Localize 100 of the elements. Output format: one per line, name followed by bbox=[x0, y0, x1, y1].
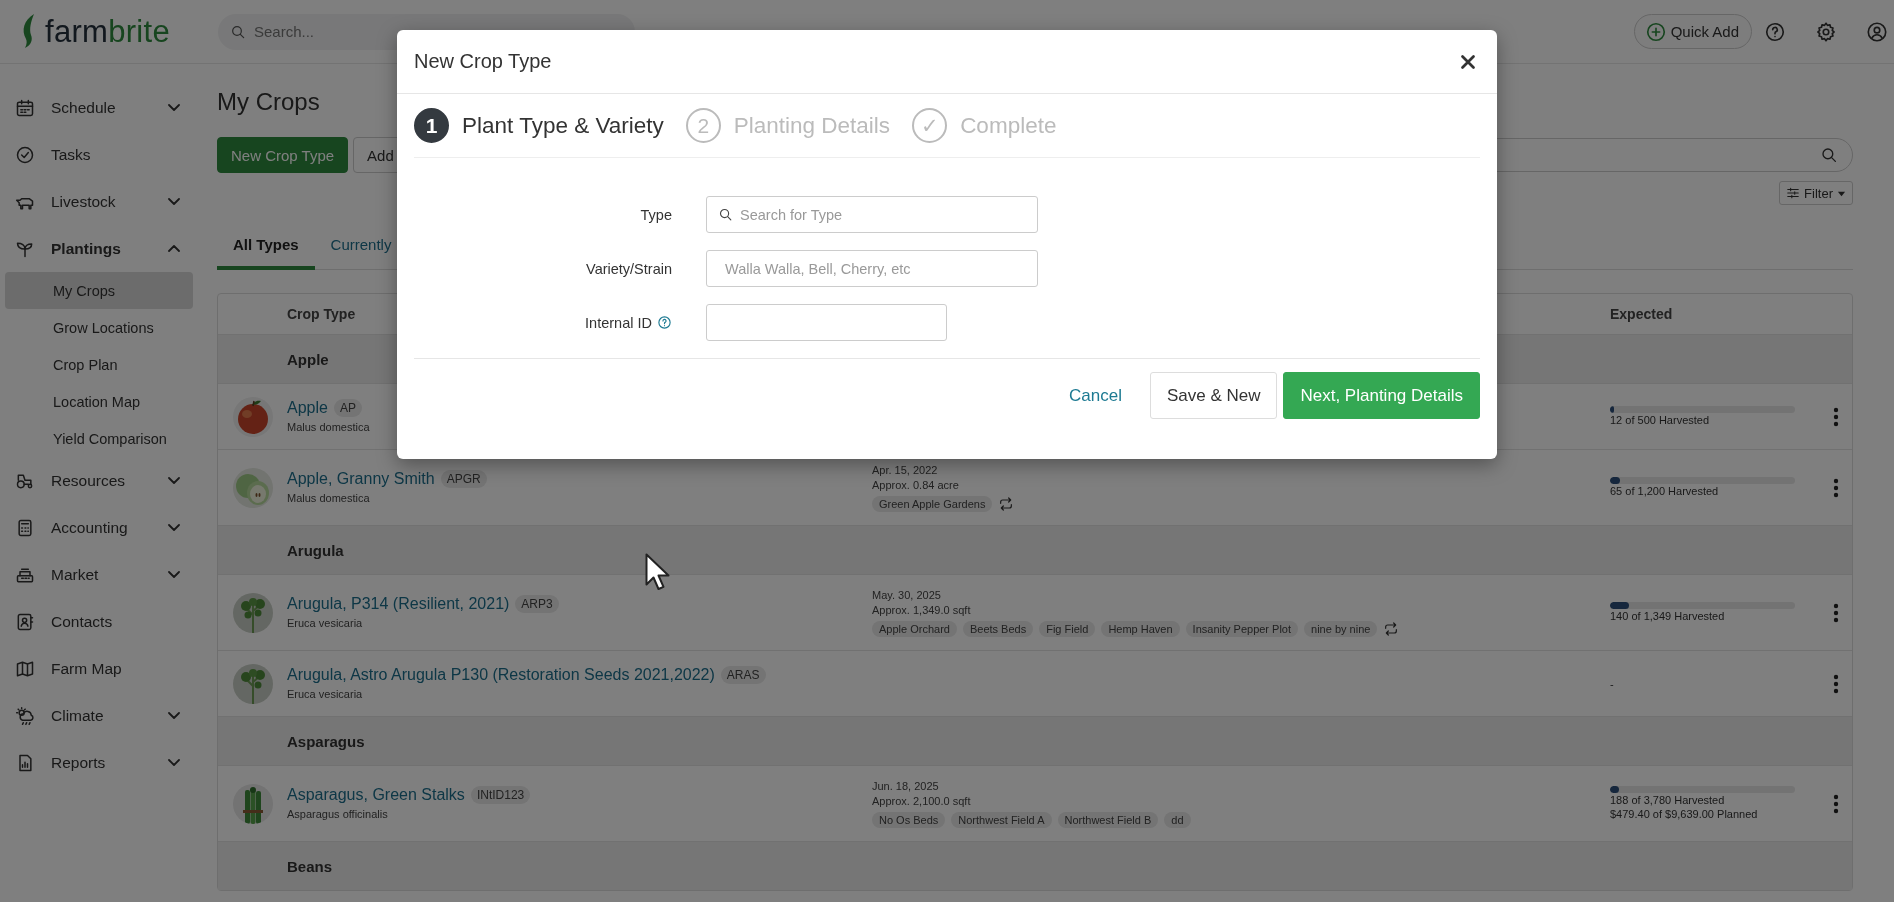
species-name: Malus domestica bbox=[287, 420, 370, 433]
sidebar-item[interactable]: Tasks bbox=[0, 131, 200, 178]
species-name: Malus domestica bbox=[287, 491, 370, 504]
sidebar-item[interactable]: Livestock bbox=[0, 178, 200, 225]
step-label: Complete bbox=[960, 112, 1057, 139]
search-icon bbox=[718, 207, 733, 222]
expected-text: - bbox=[1610, 676, 1614, 691]
page-title: My Crops bbox=[217, 87, 321, 117]
step-indicator: 1 bbox=[414, 108, 449, 143]
step-label: Planting Details bbox=[733, 112, 891, 139]
species-name: Eruca vesicaria bbox=[287, 687, 363, 700]
calculator-icon bbox=[15, 517, 35, 538]
sidebar-subitem[interactable]: Location Map bbox=[5, 383, 193, 420]
location-tag: nine by nine bbox=[1304, 621, 1378, 637]
group-heading: Apple bbox=[287, 350, 329, 368]
crop-name-link[interactable]: Arugula, Astro Arugula P130 (Restoration Seeds 2021,2022) bbox=[287, 665, 715, 684]
search-field[interactable]: Search for Type bbox=[706, 196, 1038, 233]
planting-date: Jun. 18, 2025 bbox=[872, 779, 939, 794]
kebab-menu-icon[interactable] bbox=[1833, 406, 1839, 427]
step-indicator: ✓ bbox=[912, 108, 948, 143]
code-badge: AP bbox=[333, 398, 362, 417]
sidebar-subitem[interactable]: Crop Plan bbox=[5, 346, 193, 383]
crop-name-link[interactable]: Asparagus, Green Stalks bbox=[287, 785, 465, 804]
text-link[interactable]: Cancel bbox=[1065, 372, 1126, 419]
expected-text: 65 of 1,200 Harvested bbox=[1610, 484, 1719, 498]
expected-text: 188 of 3,780 Harvested bbox=[1610, 793, 1725, 807]
planting-area: Approx. 2,100.0 sqft bbox=[872, 794, 971, 809]
field-label: Type bbox=[640, 206, 672, 223]
crop-name-link[interactable]: Apple, Granny Smith bbox=[287, 469, 435, 488]
planting-date: May. 30, 2025 bbox=[872, 588, 941, 603]
location-tag: Insanity Pepper Plot bbox=[1185, 621, 1299, 637]
text-field[interactable] bbox=[706, 304, 947, 341]
sidebar-item[interactable]: Reports bbox=[0, 739, 200, 786]
column-header: Crop Type bbox=[287, 306, 356, 322]
sidebar-item[interactable]: Schedule bbox=[0, 84, 200, 131]
kebab-menu-icon[interactable] bbox=[1833, 602, 1839, 623]
field-label: Variety/Strain bbox=[586, 260, 672, 277]
calendar-icon bbox=[15, 97, 35, 118]
location-tag: Northwest Field A bbox=[951, 812, 1052, 828]
help-icon[interactable] bbox=[1764, 20, 1786, 43]
logo-text: farmbrite bbox=[45, 13, 170, 50]
kebab-menu-icon[interactable] bbox=[1833, 477, 1839, 498]
field-label: Internal ID bbox=[585, 314, 652, 331]
sidebar-item[interactable]: Resources bbox=[0, 457, 200, 504]
kebab-menu-icon[interactable] bbox=[1833, 673, 1839, 694]
location-tag: Beets Beds bbox=[962, 621, 1034, 637]
tab[interactable]: All Types bbox=[217, 223, 315, 270]
sidebar-subitem[interactable]: Grow Locations bbox=[5, 309, 193, 346]
secondary-button[interactable]: Save & New bbox=[1149, 372, 1278, 419]
search-icon bbox=[1820, 146, 1838, 164]
quick-add-button[interactable]: Quick Add bbox=[1633, 14, 1752, 49]
sidebar-item[interactable]: Farm Map bbox=[0, 645, 200, 692]
primary-button[interactable]: Next, Planting Details bbox=[1283, 372, 1480, 419]
sliders-icon bbox=[1786, 186, 1801, 200]
expected-text: 140 of 1,349 Harvested bbox=[1610, 609, 1725, 623]
location-tag: No Os Beds bbox=[872, 812, 946, 828]
kebab-menu-icon[interactable] bbox=[1833, 793, 1839, 814]
sidebar-subitem[interactable]: My Crops bbox=[5, 272, 193, 309]
filter-button[interactable]: Filter bbox=[1779, 181, 1853, 205]
group-heading: Asparagus bbox=[287, 732, 365, 750]
location-tag: Northwest Field B bbox=[1057, 812, 1159, 828]
group-heading: Arugula bbox=[287, 541, 344, 559]
cloud-sun-icon bbox=[15, 705, 35, 726]
column-header: Expected bbox=[1610, 306, 1673, 322]
location-tag: Green Apple Gardens bbox=[872, 496, 993, 512]
group-heading: Beans bbox=[287, 857, 333, 875]
planting-area: Approx. 0.84 acre bbox=[872, 478, 959, 493]
sidebar-item[interactable]: Plantings bbox=[0, 225, 200, 272]
crop-name-link[interactable]: Arugula, P314 (Resilient, 2021) bbox=[287, 594, 510, 613]
settings-icon[interactable] bbox=[1815, 20, 1837, 43]
location-tag: Fig Field bbox=[1039, 621, 1096, 637]
user-account-icon[interactable] bbox=[1866, 20, 1888, 43]
sidebar-subitem[interactable]: Yield Comparison bbox=[5, 420, 193, 457]
code-badge: INtID123 bbox=[470, 785, 531, 804]
location-tag: dd bbox=[1164, 812, 1191, 828]
plus-circle-icon bbox=[1644, 20, 1667, 43]
location-tag: Hemp Haven bbox=[1101, 621, 1180, 637]
check-circle-icon bbox=[15, 144, 35, 165]
crop-name-link[interactable]: Apple bbox=[287, 398, 328, 417]
code-badge: ARAS bbox=[720, 665, 766, 684]
location-tag: Apple Orchard bbox=[872, 621, 957, 637]
expected-text: $479.40 of $9,639.00 Planned bbox=[1610, 807, 1758, 821]
text-field[interactable]: Walla Walla, Bell, Cherry, etc bbox=[706, 250, 1038, 287]
planting-date: Apr. 15, 2022 bbox=[872, 463, 938, 478]
modal-title: New Crop Type bbox=[414, 50, 552, 73]
help-icon[interactable] bbox=[657, 315, 672, 330]
sidebar-item[interactable]: Accounting bbox=[0, 504, 200, 551]
primary-button[interactable]: New Crop Type bbox=[217, 137, 349, 173]
species-name: Eruca vesicaria bbox=[287, 616, 363, 629]
mouse-pointer-icon bbox=[645, 553, 670, 591]
expected-text: 12 of 500 Harvested bbox=[1610, 413, 1710, 427]
sidebar-item[interactable]: Climate bbox=[0, 692, 200, 739]
planting-area: Approx. 1,349.0 sqft bbox=[872, 603, 971, 618]
sidebar-item[interactable]: Contacts bbox=[0, 598, 200, 645]
species-name: Asparagus officinalis bbox=[287, 807, 388, 820]
code-badge: APGR bbox=[440, 469, 487, 488]
search-icon bbox=[230, 23, 246, 40]
step-label: Plant Type & Variety bbox=[462, 112, 664, 139]
sidebar-item[interactable]: Market bbox=[0, 551, 200, 598]
code-badge: ARP3 bbox=[515, 594, 559, 613]
